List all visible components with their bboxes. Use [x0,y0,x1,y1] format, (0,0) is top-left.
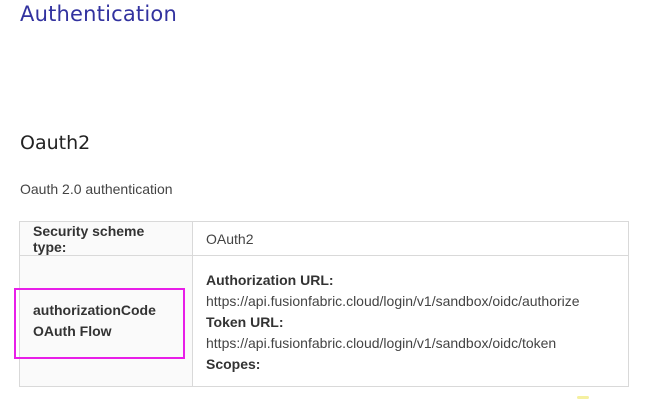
scheme-description: Oauth 2.0 authentication [20,181,173,197]
token-url-label: Token URL: [206,313,284,330]
flow-type-label: authorizationCode [33,302,156,318]
authorization-url-value: https://api.fusionfabric.cloud/login/v1/… [206,292,580,309]
authorization-url-label: Authorization URL: [206,271,334,288]
flow-suffix-label: OAuth Flow [33,323,112,339]
scheme-type-label: Security scheme type: [19,221,193,256]
scheme-type-value: OAuth2 [192,221,629,256]
table-row-oauth-flow: authorizationCode OAuth Flow Authorizati… [19,255,629,387]
token-url-value: https://api.fusionfabric.cloud/login/v1/… [206,334,557,351]
security-scheme-table: Security scheme type: OAuth2 authorizati… [19,221,629,387]
table-row-scheme-type: Security scheme type: OAuth2 [19,221,629,256]
page-title: Authentication [20,2,177,26]
oauth-flow-label-cell: authorizationCode OAuth Flow [19,255,193,387]
scheme-name-heading: Oauth2 [20,132,91,154]
scopes-label: Scopes: [206,355,261,372]
oauth-flow-details-cell: Authorization URL: https://api.fusionfab… [192,255,629,387]
corner-mark [577,396,589,399]
